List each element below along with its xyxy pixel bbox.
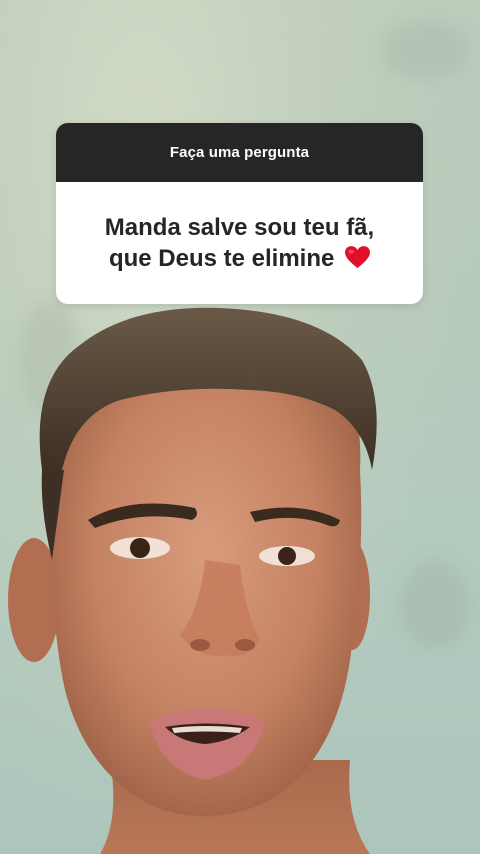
question-text-line-2-wrapper: que Deus te elimine — [108, 243, 371, 274]
question-sticker-header: Faça uma pergunta — [56, 123, 423, 182]
question-text-line-2: que Deus te elimine — [108, 245, 335, 272]
red-heart-icon — [345, 246, 371, 269]
question-sticker[interactable]: Faça uma pergunta Manda salve sou teu fã… — [56, 123, 423, 304]
question-sticker-body: Manda salve sou teu fã, que Deus te elim… — [56, 182, 423, 304]
question-sticker-title: Faça uma pergunta — [169, 144, 310, 161]
question-text-line-1: Manda salve sou teu fã, — [104, 214, 375, 241]
